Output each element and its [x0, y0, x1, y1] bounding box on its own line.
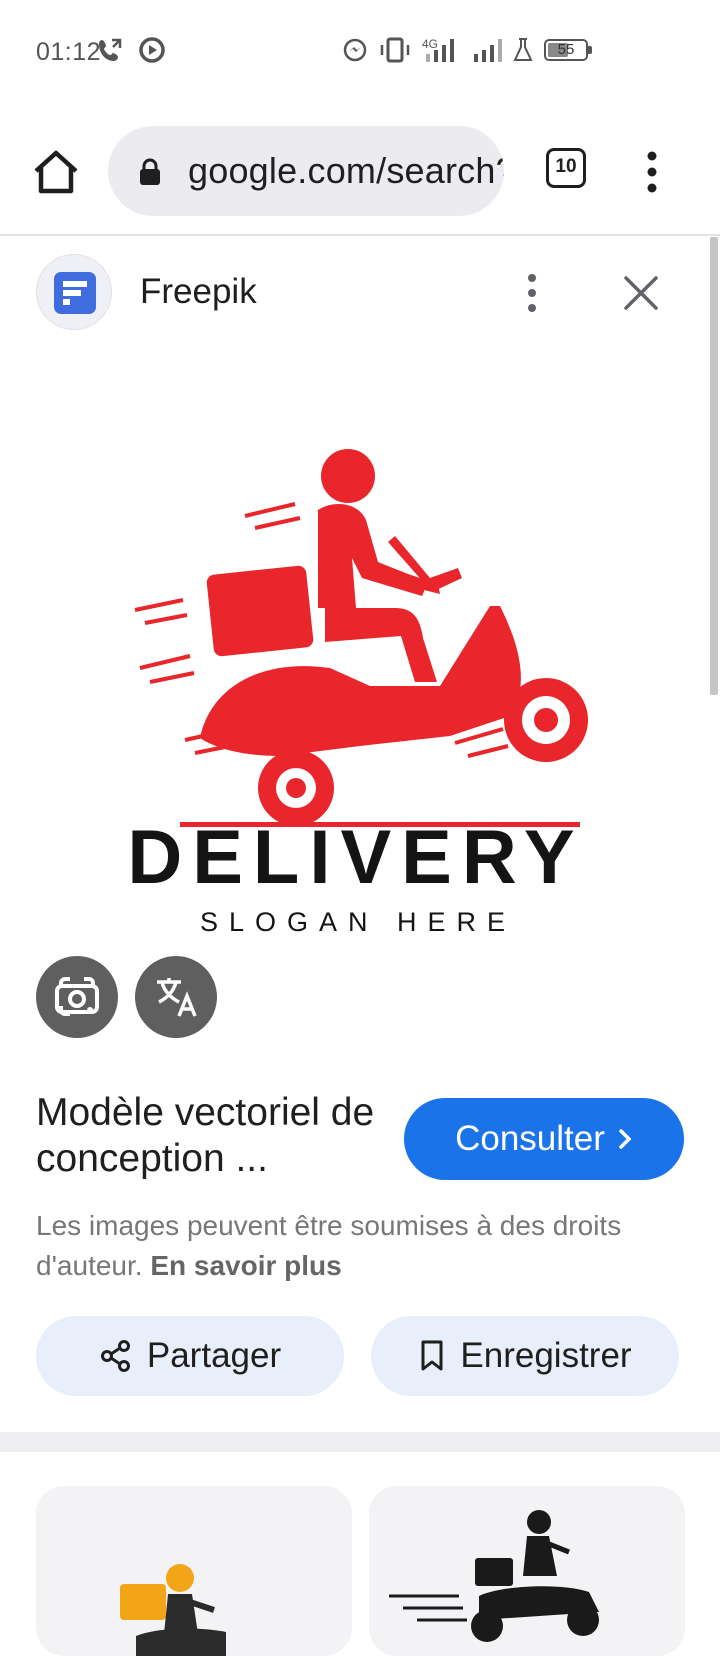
lock-icon: [140, 158, 160, 185]
svg-text:4G: 4G: [422, 37, 438, 51]
signal-icon: [474, 39, 502, 62]
more-vert-icon: [528, 274, 536, 312]
browser-toolbar: google.com/search? 10: [0, 108, 720, 236]
tab-switcher-button[interactable]: 10: [546, 148, 586, 188]
status-icons-right: 4G 55: [342, 36, 592, 64]
translate-button[interactable]: [135, 956, 217, 1038]
source-header: Freepik: [0, 236, 712, 348]
close-button[interactable]: [620, 272, 662, 314]
related-image-card[interactable]: [36, 1486, 352, 1656]
url-text: google.com/search?: [188, 150, 504, 191]
logo-main-text: DELIVERY: [127, 815, 584, 900]
close-icon: [624, 276, 658, 310]
share-icon: [100, 1340, 130, 1372]
share-button[interactable]: Partager: [36, 1316, 344, 1396]
more-vert-icon: [647, 151, 657, 193]
share-label: Partager: [146, 1336, 282, 1375]
call-forward-icon: [99, 38, 122, 61]
related-image-delivery-black: [389, 1510, 599, 1642]
copyright-notice: Les images peuvent être soumises à des d…: [36, 1206, 696, 1286]
source-name[interactable]: Freepik: [140, 272, 257, 312]
freepik-logo: [36, 254, 112, 330]
consult-label: Consulter: [455, 1119, 605, 1158]
learn-more-link[interactable]: En savoir plus: [150, 1250, 341, 1281]
vibrate-icon: [380, 37, 410, 63]
chevron-right-icon: [619, 1129, 632, 1149]
save-button[interactable]: Enregistrer: [371, 1316, 679, 1396]
url-bar[interactable]: google.com/search?: [108, 126, 504, 216]
signal-4g-icon: 4G: [422, 37, 454, 62]
source-more-button[interactable]: [520, 272, 544, 314]
home-icon: [34, 150, 78, 194]
freepik-logo-mark: [54, 272, 96, 314]
battery-icon: 55: [544, 39, 592, 61]
home-button[interactable]: [28, 144, 84, 200]
lab-icon: [513, 38, 533, 61]
result-title[interactable]: Modèle vectoriel de conception ...: [36, 1090, 386, 1182]
logo-sub-text: SLOGAN HERE: [200, 907, 516, 937]
google-lens-icon: [55, 977, 99, 1016]
battery-level-text: 55: [557, 41, 575, 58]
tab-count: 10: [555, 156, 577, 177]
preview-image[interactable]: DELIVERY SLOGAN HERE: [0, 348, 712, 948]
related-image-delivery-orange: [120, 1564, 226, 1656]
messenger-icon: [343, 38, 367, 62]
lens-button[interactable]: [36, 956, 118, 1038]
status-bar: 01:12 4G 55: [0, 0, 720, 108]
translate-icon: [157, 978, 197, 1017]
related-image-card[interactable]: [369, 1486, 685, 1656]
section-divider: [0, 1432, 720, 1452]
battery-tip: [588, 46, 592, 54]
consult-button[interactable]: Consulter: [404, 1098, 684, 1180]
status-icons-left: [96, 36, 166, 64]
bookmark-icon: [421, 1340, 443, 1371]
save-label: Enregistrer: [460, 1336, 632, 1375]
delivery-logo-image: DELIVERY SLOGAN HERE: [127, 449, 588, 937]
status-time: 01:12: [36, 38, 102, 66]
browser-menu-button[interactable]: [640, 150, 664, 194]
screen-record-icon: [139, 37, 165, 63]
